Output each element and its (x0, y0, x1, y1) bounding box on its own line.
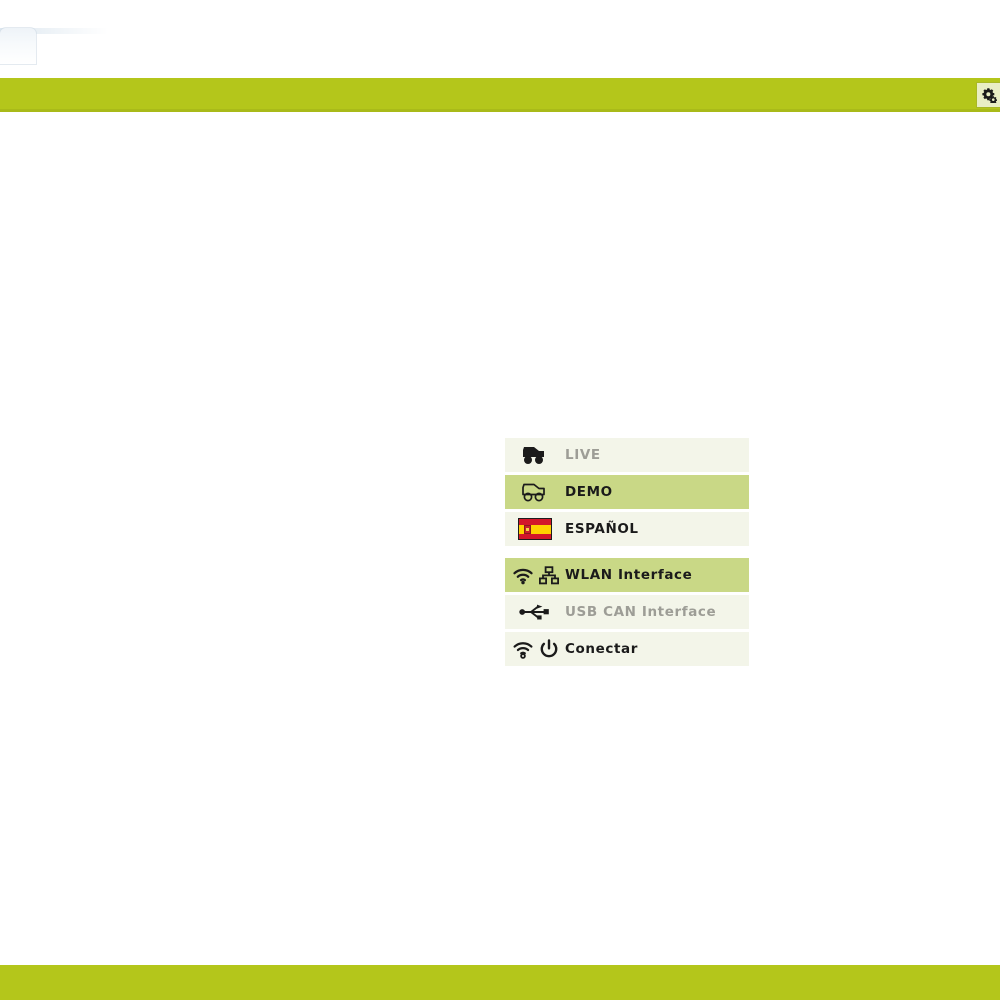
menu-item-language-label: ESPAÑOL (565, 521, 639, 537)
usb-icon (518, 602, 552, 622)
menu-item-wlan-icons (505, 565, 565, 585)
menu-item-connect-icons (505, 639, 565, 659)
wifi-dot-icon (512, 639, 534, 659)
menu-item-live-icons (505, 444, 565, 466)
menu-item-demo-label: DEMO (565, 484, 613, 500)
menu-item-usbcan-icons (505, 602, 565, 622)
interface-group: WLAN Interface USB CAN Interface Conecta… (505, 558, 749, 666)
mode-group: LIVE DEMO ESPAÑOL (505, 438, 749, 546)
header-bar-shadow (0, 109, 1000, 112)
menu-item-demo-icons (505, 481, 565, 503)
menu-item-usbcan-label: USB CAN Interface (565, 604, 717, 620)
menu-item-demo[interactable]: DEMO (505, 475, 749, 509)
menu-item-usbcan[interactable]: USB CAN Interface (505, 595, 749, 629)
wifi-icon (512, 566, 534, 585)
footer-bar (0, 965, 1000, 1000)
power-icon (539, 639, 559, 659)
gear-icon (981, 87, 997, 103)
browser-tab-remnant[interactable] (0, 28, 36, 64)
menu-item-live[interactable]: LIVE (505, 438, 749, 472)
connection-menu: LIVE DEMO ESPAÑOL WLAN Interface USB CAN… (505, 438, 749, 666)
menu-item-connect[interactable]: Conectar (505, 632, 749, 666)
menu-item-live-label: LIVE (565, 447, 601, 463)
settings-button[interactable] (976, 82, 1000, 108)
flag-spain-icon (518, 518, 552, 540)
network-tree-icon (538, 565, 559, 585)
header-bar (0, 78, 1000, 112)
menu-item-wlan[interactable]: WLAN Interface (505, 558, 749, 592)
vehicle-outline-icon (520, 481, 550, 503)
menu-item-language-icons (505, 518, 565, 540)
menu-item-connect-label: Conectar (565, 641, 638, 657)
vehicle-solid-icon (520, 444, 550, 466)
menu-item-language[interactable]: ESPAÑOL (505, 512, 749, 546)
menu-item-wlan-label: WLAN Interface (565, 567, 693, 583)
